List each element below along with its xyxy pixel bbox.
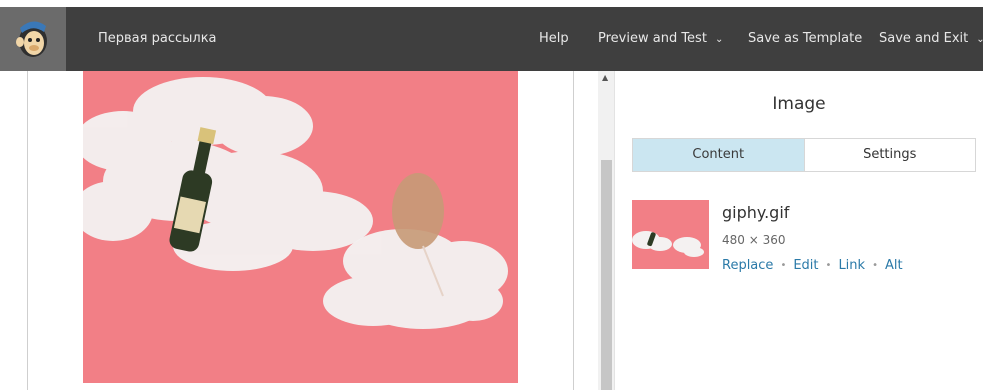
save-and-exit-menu[interactable]: Save and Exit ⌄ (879, 7, 983, 71)
top-bar: Первая рассылка Help Preview and Test ⌄ S… (0, 7, 983, 71)
image-thumbnail[interactable] (632, 200, 709, 269)
preview-and-test-label: Preview and Test (598, 31, 707, 46)
edit-link[interactable]: Edit (793, 258, 818, 273)
help-link[interactable]: Help (539, 7, 569, 71)
separator-dot: • (872, 260, 878, 271)
save-and-exit-label: Save and Exit (879, 31, 969, 46)
chevron-down-icon: ⌄ (976, 34, 983, 45)
campaign-title[interactable]: Первая рассылка (98, 7, 217, 71)
champagne-clouds-image (83, 71, 518, 383)
tab-settings[interactable]: Settings (805, 139, 976, 171)
preview-and-test-menu[interactable]: Preview and Test ⌄ (598, 7, 723, 71)
panel-divider (614, 71, 615, 390)
alt-link[interactable]: Alt (885, 258, 903, 273)
panel-title: Image (772, 94, 826, 114)
separator-dot: • (780, 260, 787, 271)
link-link[interactable]: Link (838, 258, 865, 273)
replace-link[interactable]: Replace (722, 258, 773, 273)
scroll-up-arrow-icon[interactable]: ▲ (602, 74, 608, 82)
canvas-border-right (573, 71, 574, 390)
save-as-template-button[interactable]: Save as Template (748, 7, 862, 71)
file-actions: Replace • Edit • Link • Alt (722, 258, 903, 273)
tab-content[interactable]: Content (633, 139, 805, 171)
chevron-down-icon: ⌄ (714, 34, 724, 45)
thumbnail-image (632, 200, 709, 269)
file-name: giphy.gif (722, 203, 790, 222)
hero-image-block[interactable] (83, 71, 518, 383)
file-dimensions: 480 × 360 (722, 233, 786, 247)
separator-dot: • (825, 260, 832, 271)
editor-scrollbar-thumb[interactable] (601, 160, 612, 390)
canvas-border-left (27, 71, 28, 390)
panel-tabs: Content Settings (632, 138, 976, 172)
mailchimp-logo-icon (16, 21, 47, 57)
logo[interactable] (0, 7, 66, 71)
